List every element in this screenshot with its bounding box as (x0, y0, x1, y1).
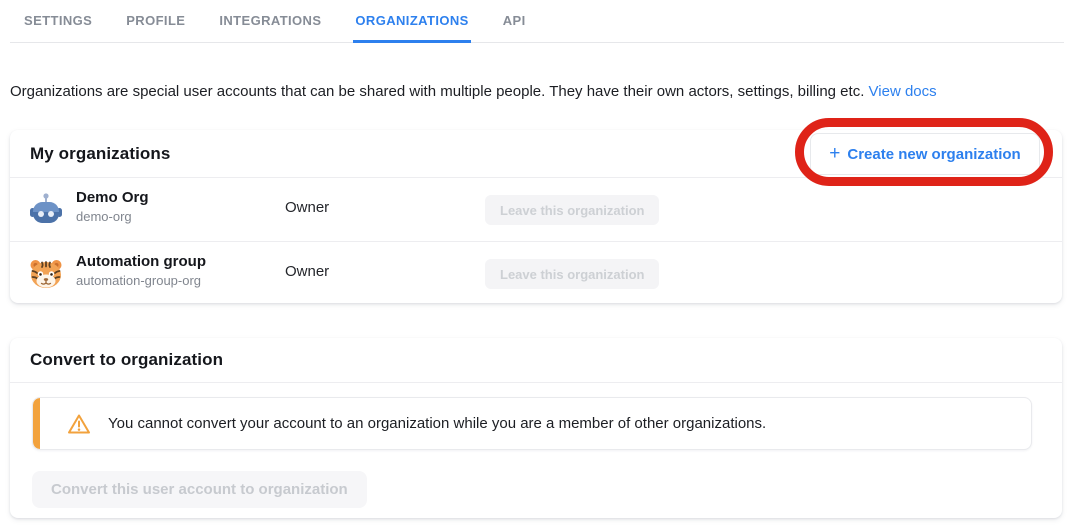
organizations-settings-page: SETTINGS PROFILE INTEGRATIONS ORGANIZATI… (0, 0, 1072, 532)
org-role: Owner (285, 263, 329, 280)
tab-integrations[interactable]: INTEGRATIONS (217, 0, 323, 43)
tiger-avatar-icon (28, 256, 64, 292)
convert-to-organization-card: Convert to organization You cannot conve… (10, 338, 1062, 518)
convert-title: Convert to organization (30, 350, 223, 370)
org-slug: automation-group-org (76, 273, 206, 288)
tab-settings[interactable]: SETTINGS (22, 0, 94, 43)
intro-text: Organizations are special user accounts … (10, 83, 937, 100)
org-name: Demo Org (76, 189, 149, 206)
tab-organizations[interactable]: ORGANIZATIONS (353, 0, 470, 43)
my-organizations-card: My organizations + Create new organizati… (10, 130, 1062, 303)
leave-organization-button[interactable]: Leave this organization (485, 195, 659, 225)
view-docs-link[interactable]: View docs (869, 83, 937, 100)
warning-accent-bar (33, 398, 40, 449)
org-name: Automation group (76, 253, 206, 270)
org-role: Owner (285, 199, 329, 216)
org-slug: demo-org (76, 209, 149, 224)
org-identity: Demo Org demo-org (76, 189, 149, 224)
settings-tab-bar: SETTINGS PROFILE INTEGRATIONS ORGANIZATI… (10, 0, 1064, 43)
org-row-demo-org: Demo Org demo-org Owner Leave this organ… (10, 178, 1062, 242)
org-identity: Automation group automation-group-org (76, 253, 206, 288)
create-new-organization-button[interactable]: + Create new organization (810, 133, 1040, 175)
convert-header: Convert to organization (10, 338, 1062, 383)
warning-text: You cannot convert your account to an or… (108, 415, 766, 432)
org-row-automation-group: Automation group automation-group-org Ow… (10, 242, 1062, 306)
tab-api[interactable]: API (501, 0, 528, 43)
intro-description: Organizations are special user accounts … (10, 83, 869, 100)
warning-triangle-icon (67, 413, 91, 435)
plus-icon: + (829, 144, 840, 163)
convert-account-button[interactable]: Convert this user account to organizatio… (32, 471, 367, 508)
leave-organization-button[interactable]: Leave this organization (485, 259, 659, 289)
my-organizations-title: My organizations (30, 144, 170, 164)
robot-avatar-icon (28, 192, 64, 228)
my-organizations-header: My organizations + Create new organizati… (10, 130, 1062, 178)
tab-profile[interactable]: PROFILE (124, 0, 187, 43)
warning-banner: You cannot convert your account to an or… (32, 397, 1032, 450)
create-new-organization-label: Create new organization (847, 146, 1020, 163)
